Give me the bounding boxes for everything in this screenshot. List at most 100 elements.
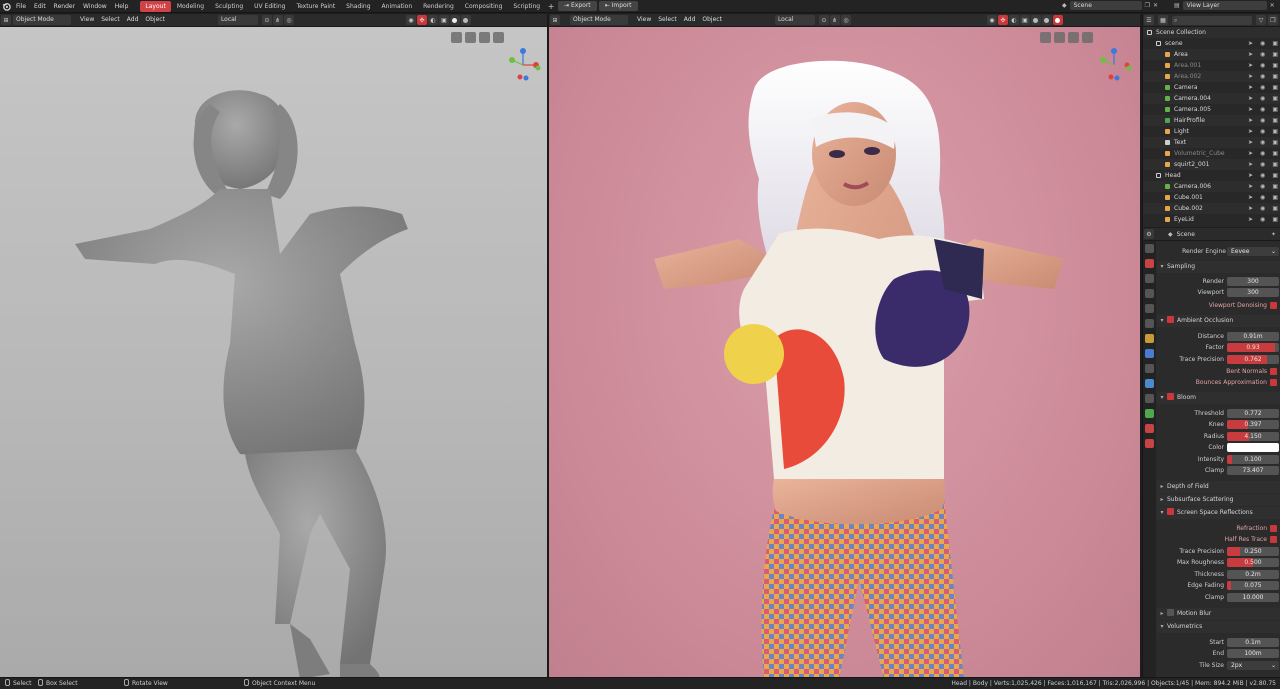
xray-icon-right[interactable]: ▣ bbox=[1019, 15, 1030, 25]
camera-render-icon[interactable]: ▣ bbox=[1272, 115, 1278, 126]
import-button[interactable]: ⇤ Import bbox=[598, 1, 638, 11]
camera-render-icon[interactable]: ▣ bbox=[1272, 192, 1278, 203]
eye-icon[interactable]: ◉ bbox=[1260, 126, 1265, 137]
grid-view-icon[interactable] bbox=[451, 32, 462, 43]
ao-distance-field[interactable]: 0.91m bbox=[1227, 332, 1279, 341]
outliner-editor-icon[interactable]: ☰ bbox=[1144, 15, 1154, 25]
orientation-dropdown-left[interactable]: Local bbox=[217, 15, 258, 25]
workspace-tab-shading[interactable]: Shading bbox=[341, 1, 375, 12]
select-arrow-icon[interactable]: ➤ bbox=[1248, 170, 1253, 181]
particles-tab-icon[interactable] bbox=[1145, 364, 1154, 373]
camera-view-icon[interactable] bbox=[465, 32, 476, 43]
bloom-intensity-slider[interactable]: 0.100 bbox=[1227, 455, 1279, 464]
overlay-icon-right[interactable]: ◐ bbox=[1008, 15, 1019, 25]
eye-icon[interactable]: ◉ bbox=[1260, 82, 1265, 93]
outliner-row[interactable]: Scene Collection bbox=[1143, 27, 1280, 38]
render-engine-dropdown[interactable]: Eevee ⌄ bbox=[1227, 247, 1279, 256]
shading-solid-icon-left[interactable] bbox=[449, 15, 460, 25]
outliner-row[interactable]: Camera.004 ➤ ◉ ▣ bbox=[1143, 93, 1280, 104]
sss-section-header[interactable]: ▸ Subsurface Scattering bbox=[1157, 494, 1280, 506]
outliner-row[interactable]: Camera.006 ➤ ◉ ▣ bbox=[1143, 181, 1280, 192]
close-view-layer-icon[interactable]: ✕ bbox=[1270, 2, 1275, 9]
navigation-gizmo-right[interactable] bbox=[1095, 46, 1133, 84]
properties-editor-icon[interactable]: ⚙ bbox=[1144, 229, 1154, 239]
bounces-checkbox[interactable] bbox=[1270, 379, 1277, 386]
blender-logo-icon[interactable] bbox=[0, 0, 12, 13]
eye-icon[interactable]: ◉ bbox=[1260, 93, 1265, 104]
editor-type-icon-right[interactable]: ⊞ bbox=[550, 15, 560, 25]
ao-factor-slider[interactable]: 0.93 bbox=[1227, 343, 1279, 352]
outliner-row[interactable]: Area.002 ➤ ◉ ▣ bbox=[1143, 71, 1280, 82]
world-tab-icon[interactable] bbox=[1145, 319, 1154, 328]
eye-icon[interactable]: ◉ bbox=[1260, 159, 1265, 170]
select-arrow-icon[interactable]: ➤ bbox=[1248, 181, 1253, 192]
overlay-icon-left[interactable]: ◐ bbox=[427, 15, 438, 25]
half-res-checkbox[interactable] bbox=[1270, 536, 1277, 543]
outliner-row[interactable]: Light ➤ ◉ ▣ bbox=[1143, 126, 1280, 137]
shading-solid-icon-right[interactable] bbox=[1030, 15, 1041, 25]
object-menu-right[interactable]: Object bbox=[699, 15, 725, 25]
camera-render-icon[interactable]: ▣ bbox=[1272, 93, 1278, 104]
camera-render-icon[interactable]: ▣ bbox=[1272, 71, 1278, 82]
shading-rendered-icon-right[interactable] bbox=[1052, 15, 1063, 25]
navigation-gizmo-left[interactable] bbox=[504, 46, 542, 84]
menu-edit[interactable]: Edit bbox=[30, 0, 50, 13]
pan-hand-icon-right[interactable] bbox=[1068, 32, 1079, 43]
eye-icon[interactable]: ◉ bbox=[1260, 38, 1265, 49]
bloom-clamp-field[interactable]: 73.407 bbox=[1227, 466, 1279, 475]
editor-type-icon[interactable]: ⊞ bbox=[1, 15, 11, 25]
camera-render-icon[interactable]: ▣ bbox=[1272, 104, 1278, 115]
eye-icon[interactable]: ◉ bbox=[1260, 214, 1265, 225]
viewport-solid[interactable]: ⊞ Object Mode View Select Add Object Loc… bbox=[0, 14, 547, 677]
menu-render[interactable]: Render bbox=[50, 0, 79, 13]
bloom-color-swatch[interactable] bbox=[1227, 443, 1279, 452]
mode-dropdown-left[interactable]: Object Mode bbox=[13, 15, 71, 25]
camera-render-icon[interactable]: ▣ bbox=[1272, 49, 1278, 60]
camera-render-icon[interactable]: ▣ bbox=[1272, 126, 1278, 137]
vol-end-field[interactable]: 100m bbox=[1227, 649, 1279, 658]
add-menu-right[interactable]: Add bbox=[681, 15, 699, 25]
ao-enable-checkbox[interactable] bbox=[1167, 316, 1174, 323]
ssr-section-header[interactable]: ▾ Screen Space Reflections bbox=[1157, 507, 1280, 519]
new-collection-icon[interactable]: ❐ bbox=[1268, 15, 1278, 25]
workspace-tab-animation[interactable]: Animation bbox=[377, 1, 418, 12]
outliner-row[interactable]: Area ➤ ◉ ▣ bbox=[1143, 49, 1280, 60]
gizmo-toggle-icon-right[interactable]: ✣ bbox=[997, 15, 1008, 25]
menu-help[interactable]: Help bbox=[111, 0, 133, 13]
select-arrow-icon[interactable]: ➤ bbox=[1248, 49, 1253, 60]
eye-icon[interactable]: ◉ bbox=[1260, 60, 1265, 71]
pivot-icon-right[interactable]: ⊙ bbox=[818, 15, 829, 25]
workspace-tab-modeling[interactable]: Modeling bbox=[172, 1, 209, 12]
view-menu-left[interactable]: View bbox=[77, 15, 97, 25]
bloom-radius-slider[interactable]: 4.150 bbox=[1227, 432, 1279, 441]
outliner-row[interactable]: Text ➤ ◉ ▣ bbox=[1143, 137, 1280, 148]
select-arrow-icon[interactable]: ➤ bbox=[1248, 82, 1253, 93]
select-arrow-icon[interactable]: ➤ bbox=[1248, 126, 1253, 137]
workspace-tab-scripting[interactable]: Scripting bbox=[508, 1, 545, 12]
outliner-search-input[interactable]: ⌕ bbox=[1172, 15, 1252, 25]
workspace-tab-sculpting[interactable]: Sculpting bbox=[210, 1, 248, 12]
output-tab-icon[interactable] bbox=[1145, 274, 1154, 283]
ssr-enable-checkbox[interactable] bbox=[1167, 508, 1174, 515]
dof-section-header[interactable]: ▸ Depth of Field bbox=[1157, 481, 1280, 493]
viewport-samples-field[interactable]: 300 bbox=[1227, 288, 1279, 297]
shading-material-icon-left[interactable] bbox=[460, 15, 471, 25]
display-mode-icon[interactable]: ▦ bbox=[1158, 15, 1168, 25]
camera-render-icon[interactable]: ▣ bbox=[1272, 203, 1278, 214]
menu-window[interactable]: Window bbox=[79, 0, 111, 13]
view-layer-tab-icon[interactable] bbox=[1145, 289, 1154, 298]
viewport-denoising-checkbox[interactable] bbox=[1270, 302, 1277, 309]
outliner-row[interactable]: Area.001 ➤ ◉ ▣ bbox=[1143, 60, 1280, 71]
ssr-trace-slider[interactable]: 0.250 bbox=[1227, 547, 1279, 556]
workspace-tab-layout[interactable]: Layout bbox=[140, 0, 171, 12]
snap-icon[interactable]: ⋔ bbox=[272, 15, 283, 25]
ssr-roughness-slider[interactable]: 0.500 bbox=[1227, 558, 1279, 567]
scene-name-field[interactable]: Scene bbox=[1069, 1, 1142, 10]
viewport-rendered[interactable]: ⊞ Object Mode View Select Add Object Loc… bbox=[549, 14, 1140, 677]
grid-view-icon-right[interactable] bbox=[1040, 32, 1051, 43]
ssr-edge-slider[interactable]: 0.075 bbox=[1227, 581, 1279, 590]
ssr-clamp-field[interactable]: 10.000 bbox=[1227, 593, 1279, 602]
outliner-row[interactable]: scene ➤ ◉ ▣ bbox=[1143, 38, 1280, 49]
render-samples-field[interactable]: 300 bbox=[1227, 277, 1279, 286]
render-tab-icon[interactable] bbox=[1145, 259, 1154, 268]
